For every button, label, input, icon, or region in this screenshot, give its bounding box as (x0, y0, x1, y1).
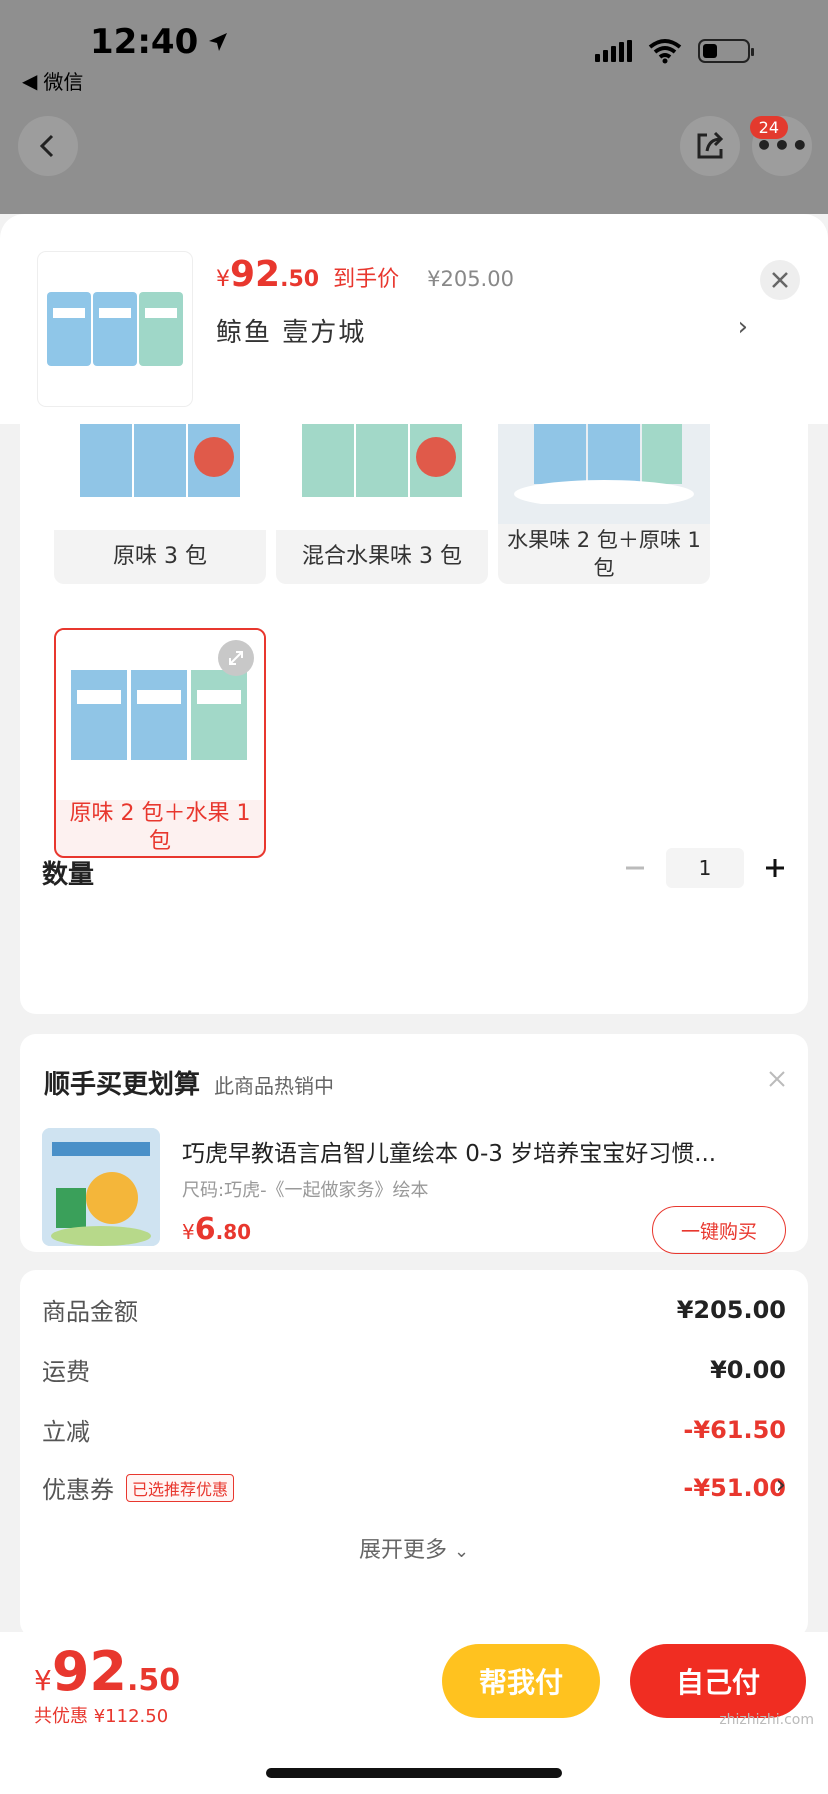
checkout-footer: ¥ 92 .50 共优惠 ¥112.50 帮我付 自己付 zhizhizhi.c… (0, 1632, 828, 1794)
status-indicators (595, 38, 754, 64)
chevron-down-icon: ⌄ (453, 1541, 470, 1562)
shop-name[interactable]: 鲸鱼 壹方城 (216, 312, 366, 349)
recommend-card: 顺手买更划算 此商品热销中 巧虎早教语言启智儿童绘本 0-3 岁培养宝宝好习惯.… (20, 1034, 808, 1254)
home-indicator[interactable] (266, 1768, 562, 1778)
recommend-close-button[interactable] (768, 1070, 786, 1092)
expand-image-button[interactable] (218, 640, 254, 676)
recommend-image[interactable] (42, 1128, 160, 1246)
summary-row: 运费 ¥0.00 (42, 1355, 786, 1387)
quantity-input[interactable]: 1 (666, 848, 744, 888)
quantity-label: 数量 (42, 860, 95, 890)
product-price: ¥ 92 .50 到手价 ¥205.00 (216, 254, 514, 295)
expand-more-button[interactable]: 展开更多 ⌄ (20, 1532, 808, 1564)
total-saved: 共优惠 ¥112.50 (34, 1706, 169, 1727)
sku-sheet: ¥ 92 .50 到手价 ¥205.00 鲸鱼 壹方城 › 原味 3 包 混合水… (0, 214, 828, 1794)
notification-badge: 24 (749, 116, 788, 139)
total-price: ¥ 92 .50 (34, 1640, 181, 1703)
battery-icon (698, 39, 754, 63)
close-icon (772, 272, 788, 288)
recommend-spec: 尺码:巧虎-《一起做家务》绘本 (182, 1180, 429, 1201)
summary-row: 立减 -¥61.50 (42, 1415, 786, 1447)
expand-icon (229, 651, 243, 665)
minus-icon[interactable] (624, 857, 646, 879)
help-me-pay-button[interactable]: 帮我付 (442, 1644, 600, 1718)
back-to-app[interactable]: ◀ 微信 (22, 66, 83, 95)
recommend-price: ¥ 6 .80 (182, 1212, 252, 1247)
one-click-buy-button[interactable]: 一键购买 (652, 1206, 786, 1254)
recommend-title: 顺手买更划算 此商品热销中 (44, 1070, 335, 1100)
product-thumbnail (38, 252, 192, 406)
chevron-right-icon[interactable]: › (738, 312, 748, 342)
cellular-signal-icon (595, 40, 632, 62)
coupon-tag: 已选推荐优惠 (126, 1473, 235, 1502)
chevron-right-icon[interactable]: › (776, 1470, 786, 1500)
share-icon (697, 131, 724, 159)
quantity-stepper[interactable]: 1 (624, 848, 786, 888)
variant-option-selected[interactable]: 原味 2 包＋水果 1 包 (54, 628, 266, 858)
chevron-left-icon (39, 134, 54, 158)
plus-icon[interactable] (764, 857, 786, 879)
price-summary: 商品金额 ¥205.00 运费 ¥0.00 立减 -¥61.50 优惠券 已选推… (20, 1270, 808, 1638)
share-button[interactable] (680, 116, 740, 176)
sheet-header: ¥ 92 .50 到手价 ¥205.00 鲸鱼 壹方城 › (0, 214, 828, 424)
recommend-name[interactable]: 巧虎早教语言启智儿童绘本 0-3 岁培养宝宝好习惯... (182, 1134, 782, 1168)
back-button[interactable] (18, 116, 78, 176)
status-time: 12:40 (90, 22, 230, 62)
watermark: zhizhizhi.com (719, 1712, 814, 1728)
wifi-icon (648, 39, 682, 64)
coupon-row[interactable]: 优惠券 已选推荐优惠 -¥51.00 (42, 1470, 786, 1505)
summary-row: 商品金额 ¥205.00 (42, 1295, 786, 1327)
pay-myself-button[interactable]: 自己付 (630, 1644, 806, 1718)
location-arrow-icon (209, 33, 228, 51)
status-bar: 12:40 ◀ 微信 (0, 0, 828, 100)
back-triangle-icon: ◀ (22, 68, 38, 93)
close-icon (769, 1071, 785, 1087)
more-dots-icon: ••• (755, 129, 809, 162)
close-button[interactable] (760, 260, 800, 300)
